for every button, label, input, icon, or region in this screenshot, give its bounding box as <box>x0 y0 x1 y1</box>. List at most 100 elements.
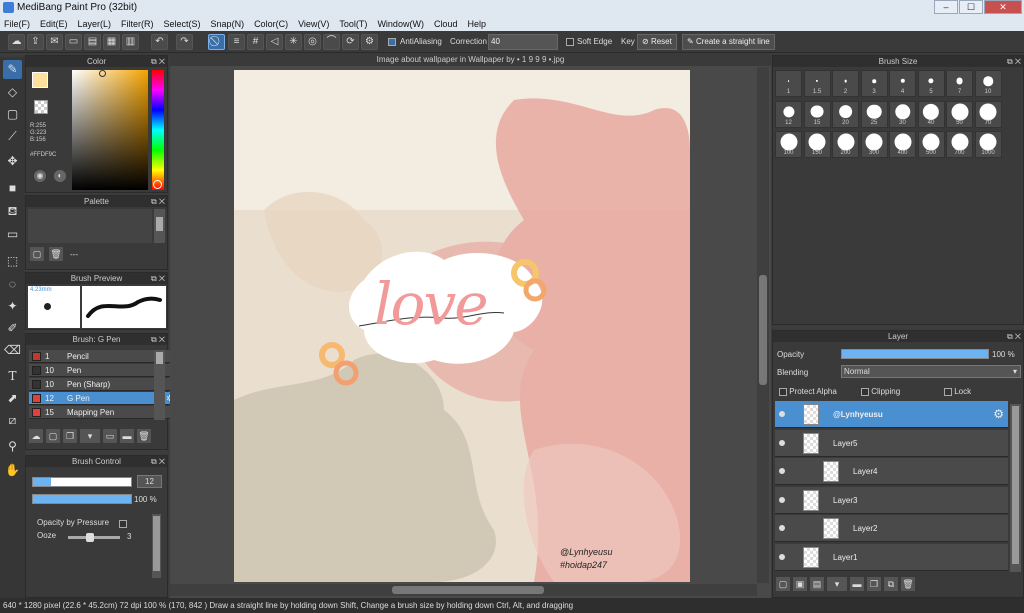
grid-icon[interactable]: ▦ <box>103 34 120 50</box>
canvas-vertical-scrollbar[interactable] <box>757 67 769 583</box>
new-layer-icon[interactable]: ▢ <box>776 577 790 591</box>
menu-tool[interactable]: Tool(T) <box>339 19 367 29</box>
palette-scrollbar[interactable] <box>154 209 165 243</box>
straight-line-button[interactable]: ✎ Create a straight line <box>682 34 775 50</box>
opacity-pressure-checkbox[interactable] <box>119 518 127 528</box>
new-palette-icon[interactable]: ▢ <box>30 247 44 261</box>
visibility-eye-icon[interactable] <box>779 553 785 560</box>
delete-palette-icon[interactable]: 🗑 <box>49 247 63 261</box>
parallel-snap-icon[interactable]: ≡ <box>228 34 245 50</box>
color-picker-icon[interactable]: ◐ <box>54 170 66 182</box>
hand-tool-icon[interactable]: ✋ <box>3 461 22 480</box>
brush-size-slider[interactable] <box>32 477 132 487</box>
brush-size-option[interactable]: 100 <box>775 131 802 158</box>
line-tool-icon[interactable]: ⟋ <box>3 127 22 146</box>
brush-size-option[interactable]: 7 <box>946 70 973 97</box>
layer-row[interactable]: Layer2 <box>775 515 1008 542</box>
bucket-tool-icon[interactable]: ⛾ <box>3 202 22 221</box>
radial-snap-icon[interactable]: ✳ <box>285 34 302 50</box>
transparent-color-swatch[interactable] <box>34 100 48 114</box>
antialias-checkbox[interactable] <box>388 37 396 46</box>
visibility-eye-icon[interactable] <box>779 468 785 474</box>
duplicate-layer-icon[interactable]: ❐ <box>867 577 881 591</box>
cloud-brush-icon[interactable]: ☁ <box>29 429 43 443</box>
brush-tool-icon[interactable]: ✎ <box>3 60 22 79</box>
menu-file[interactable]: File(F) <box>4 19 30 29</box>
add-layer-menu-icon[interactable]: ▾ <box>827 577 847 591</box>
artwork-canvas[interactable]: love @Lynhyeusu #hoidap247 <box>234 70 690 582</box>
panel-close-icon[interactable]: ⧉ ✕ <box>151 273 165 284</box>
layer-scrollbar[interactable] <box>1010 404 1021 572</box>
delete-layer-icon[interactable]: 🗑 <box>901 577 915 591</box>
snap-off-icon[interactable]: ⃠ <box>208 34 225 50</box>
menu-filter[interactable]: Filter(R) <box>121 19 154 29</box>
magic-wand-tool-icon[interactable]: ✦ <box>3 297 22 316</box>
shape-tool-icon[interactable]: ▢ <box>3 105 22 124</box>
brush-size-option[interactable]: 5 <box>917 70 945 97</box>
menu-layer[interactable]: Layer(L) <box>78 19 112 29</box>
layout-icon[interactable]: ▥ <box>122 34 139 50</box>
visibility-eye-icon[interactable] <box>779 411 785 417</box>
text-tool-icon[interactable]: T <box>3 367 22 386</box>
brush-size-option[interactable]: 1000 <box>974 131 1002 158</box>
operation-tool-icon[interactable]: ⬈ <box>3 389 22 408</box>
panel-close-icon[interactable]: ⧉ ✕ <box>151 456 165 467</box>
brush-size-option[interactable]: 25 <box>860 100 888 128</box>
layer-row[interactable]: Layer1 <box>775 543 1008 571</box>
visibility-eye-icon[interactable] <box>779 525 785 531</box>
undo-icon[interactable]: ↶ <box>151 34 168 50</box>
select-eraser-tool-icon[interactable]: ⌫ <box>3 341 22 360</box>
brush-size-option[interactable]: 20 <box>832 100 859 128</box>
panel-close-icon[interactable]: ⧉ ✕ <box>1007 331 1021 342</box>
menu-select[interactable]: Select(S) <box>164 19 201 29</box>
brush-size-option[interactable]: 500 <box>917 131 945 158</box>
layer-row[interactable]: @Lynhyeusu ⚙ <box>775 401 1008 428</box>
menu-edit[interactable]: Edit(E) <box>40 19 68 29</box>
ooze-slider[interactable] <box>68 533 120 542</box>
eraser-tool-icon[interactable]: ◇ <box>3 83 22 102</box>
new-brush-icon[interactable]: ▢ <box>46 429 60 443</box>
comment-icon[interactable]: ✉ <box>46 34 63 50</box>
brush-size-option[interactable]: 1.5 <box>803 70 831 97</box>
menu-view[interactable]: View(V) <box>298 19 329 29</box>
curve-snap-icon[interactable]: ⌒ <box>323 34 340 50</box>
rotate-snap-icon[interactable]: ⟳ <box>342 34 359 50</box>
menu-snap[interactable]: Snap(N) <box>211 19 245 29</box>
menu-window[interactable]: Window(W) <box>377 19 424 29</box>
layer-row[interactable]: Layer5 <box>775 429 1008 457</box>
new-layer-1bit-icon[interactable]: ▤ <box>810 577 824 591</box>
saturation-value-picker[interactable] <box>72 70 148 190</box>
lock-checkbox[interactable]: Lock <box>944 387 971 396</box>
minimize-button[interactable]: – <box>934 0 958 14</box>
brush-size-option[interactable]: 3 <box>860 70 888 97</box>
divide-tool-icon[interactable]: ⧄ <box>3 411 22 430</box>
brush-size-option[interactable]: 700 <box>946 131 973 158</box>
panel-close-icon[interactable]: ⧉ ✕ <box>151 56 165 67</box>
panel-close-icon[interactable]: ⧉ ✕ <box>1007 56 1021 67</box>
add-brush-icon[interactable]: ▾ <box>80 429 100 443</box>
move-tool-icon[interactable]: ✥ <box>3 152 22 171</box>
softedge-checkbox[interactable] <box>566 37 574 46</box>
new-layer-8bit-icon[interactable]: ▣ <box>793 577 807 591</box>
menu-help[interactable]: Help <box>467 19 486 29</box>
palette-area[interactable] <box>28 209 152 243</box>
canvas-area[interactable]: Image about wallpaper in Wallpaper by • … <box>170 53 771 598</box>
panel-close-icon[interactable]: ⧉ ✕ <box>151 196 165 207</box>
layer-row[interactable]: Layer4 <box>775 458 1008 485</box>
blending-select[interactable]: Normal ▾ <box>841 365 1021 378</box>
brush-opacity-slider[interactable] <box>32 494 132 504</box>
visibility-eye-icon[interactable] <box>779 496 785 503</box>
canvas-horizontal-scrollbar[interactable] <box>170 584 757 596</box>
protect-alpha-checkbox[interactable]: Protect Alpha <box>779 387 837 396</box>
brush-size-option[interactable]: 200 <box>832 131 859 158</box>
brush-size-option[interactable]: 4 <box>889 70 916 97</box>
visibility-eye-icon[interactable] <box>779 439 785 446</box>
layer-row[interactable]: Layer3 <box>775 486 1008 514</box>
select-tool-icon[interactable]: ⬚ <box>3 252 22 271</box>
reset-button[interactable]: ⊘ Reset <box>637 34 677 50</box>
brush-size-value[interactable]: 12 <box>137 475 162 488</box>
chat-icon[interactable]: ▭ <box>65 34 82 50</box>
brush-folder-icon[interactable]: ▭ <box>103 429 117 443</box>
brush-size-option[interactable]: 300 <box>860 131 888 158</box>
redo-icon[interactable]: ↷ <box>176 34 193 50</box>
